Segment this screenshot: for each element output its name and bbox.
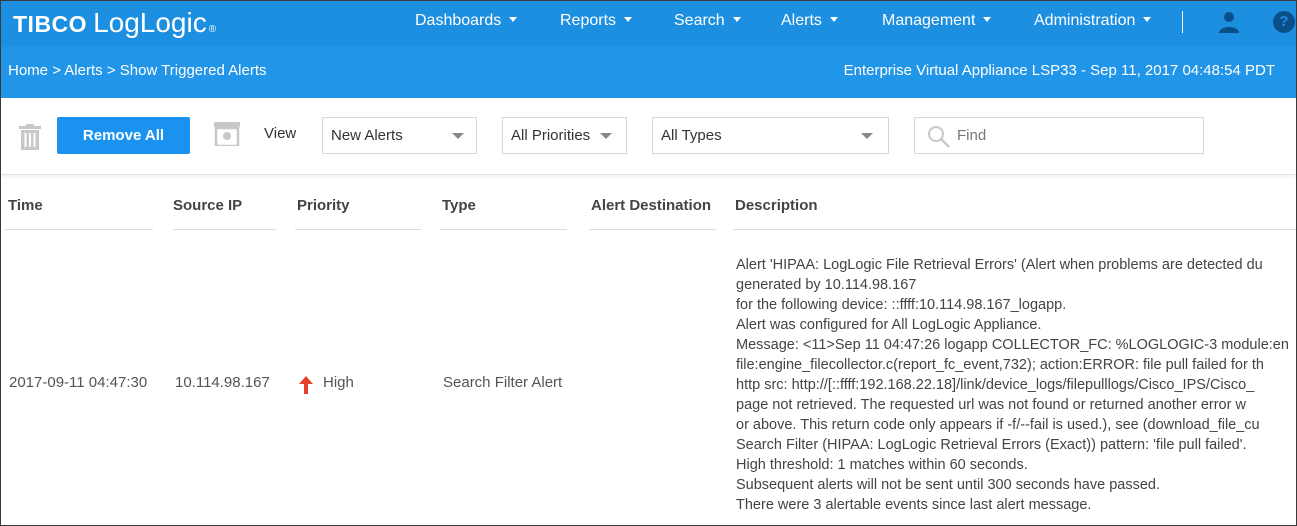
column-underline [5, 229, 153, 230]
chevron-down-icon [600, 133, 612, 139]
column-header-type[interactable]: Type [442, 197, 476, 214]
logo-company: TIBCO [13, 11, 88, 37]
chevron-down-icon [452, 133, 464, 139]
description-line: file:engine_filecollector.c(report_fc_ev… [736, 357, 1264, 373]
description-line: page not retrieved. The requested url wa… [736, 397, 1246, 413]
caret-down-icon [983, 17, 992, 23]
description-line: Alert 'HIPAA: LogLogic File Retrieval Er… [736, 257, 1263, 273]
cell-priority: High [323, 374, 354, 391]
description-line: generated by 10.114.98.167 [736, 277, 917, 293]
column-header-source-ip[interactable]: Source IP [173, 197, 242, 214]
priority-select[interactable]: All Priorities [502, 117, 627, 154]
nav-administration-label: Administration [1034, 12, 1136, 29]
description-line: Subsequent alerts will not be sent until… [736, 477, 1160, 493]
description-line: High threshold: 1 matches within 60 seco… [736, 457, 1028, 473]
breadcrumb-current: Show Triggered Alerts [119, 62, 267, 79]
column-underline [440, 229, 567, 230]
logo-product: LogLogic [93, 7, 207, 38]
user-icon[interactable] [1217, 10, 1241, 34]
view-label: View [264, 125, 297, 142]
breadcrumb-separator: > [52, 62, 61, 79]
nav-divider [1182, 11, 1183, 33]
description-line: Message: <11>Sep 11 04:47:26 logapp COLL… [736, 337, 1289, 353]
tibco-loglogic-logo[interactable]: TIBCO LogLogic ® [13, 7, 216, 39]
cell-time: 2017-09-11 04:47:30 [9, 374, 148, 391]
nav-alerts[interactable]: Alerts [781, 12, 838, 30]
description-line: Alert was configured for All LogLogic Ap… [736, 317, 1042, 333]
description-line: http src: http://[::ffff:192.168.22.18]/… [736, 377, 1255, 393]
search-icon [928, 126, 950, 148]
column-header-time[interactable]: Time [8, 197, 43, 214]
remove-all-button[interactable]: Remove All [57, 117, 190, 154]
priority-select-value: All Priorities [511, 127, 591, 144]
cell-type: Search Filter Alert [443, 374, 563, 391]
nav-dashboards-label: Dashboards [415, 12, 502, 29]
column-underline [295, 229, 421, 230]
breadcrumb-home[interactable]: Home [8, 62, 48, 79]
nav-management[interactable]: Management [882, 12, 992, 30]
logo-registered-mark: ® [208, 24, 217, 35]
caret-down-icon [624, 17, 633, 23]
type-select[interactable]: All Types [652, 117, 889, 154]
column-underline [733, 229, 1296, 230]
breadcrumb: Home > Alerts > Show Triggered Alerts [8, 62, 267, 79]
find-input[interactable] [957, 118, 1197, 153]
cell-source-ip: 10.114.98.167 [175, 374, 270, 391]
nav-administration[interactable]: Administration [1034, 12, 1152, 30]
description-line: There were 3 alertable events since last… [736, 497, 1092, 513]
nav-management-label: Management [882, 12, 976, 29]
alerts-toolbar: Remove All View New Alerts All Prioritie… [1, 98, 1296, 175]
view-select-value: New Alerts [331, 127, 403, 144]
archive-icon[interactable] [214, 122, 240, 146]
description-line: Search Filter (HIPAA: LogLogic Retrieval… [736, 437, 1247, 453]
column-underline [173, 229, 276, 230]
breadcrumb-alerts[interactable]: Alerts [64, 62, 102, 79]
breadcrumb-separator: > [106, 62, 116, 79]
view-select[interactable]: New Alerts [322, 117, 477, 154]
nav-dashboards[interactable]: Dashboards [415, 12, 518, 30]
description-line: or above. This return code only appears … [736, 417, 1260, 433]
top-nav-bar: TIBCO LogLogic ® Dashboards Reports Sear… [1, 1, 1296, 47]
caret-down-icon [1143, 17, 1152, 23]
caret-down-icon [509, 17, 518, 23]
cell-description: Alert 'HIPAA: LogLogic File Retrieval Er… [736, 255, 1296, 515]
find-search-box[interactable] [914, 117, 1204, 154]
nav-search[interactable]: Search [674, 12, 741, 30]
breadcrumb-bar: Home > Alerts > Show Triggered Alerts En… [1, 47, 1296, 98]
arrow-up-icon [299, 376, 313, 394]
app-window: TIBCO LogLogic ® Dashboards Reports Sear… [0, 0, 1297, 526]
nav-reports[interactable]: Reports [560, 12, 633, 30]
nav-reports-label: Reports [560, 12, 617, 29]
chevron-down-icon [861, 133, 873, 139]
type-select-value: All Types [661, 127, 722, 144]
nav-search-label: Search [674, 12, 725, 29]
column-header-description[interactable]: Description [735, 197, 818, 214]
trash-icon[interactable] [18, 124, 42, 150]
column-header-priority[interactable]: Priority [297, 197, 350, 214]
help-icon[interactable]: ? [1273, 11, 1295, 33]
column-header-alert-destination[interactable]: Alert Destination [591, 197, 711, 214]
caret-down-icon [829, 17, 838, 23]
nav-alerts-label: Alerts [781, 12, 822, 29]
caret-down-icon [732, 17, 741, 23]
appliance-info: Enterprise Virtual Appliance LSP33 - Sep… [843, 62, 1275, 79]
column-underline [589, 229, 716, 230]
description-line: for the following device: ::ffff:10.114.… [736, 297, 1067, 313]
